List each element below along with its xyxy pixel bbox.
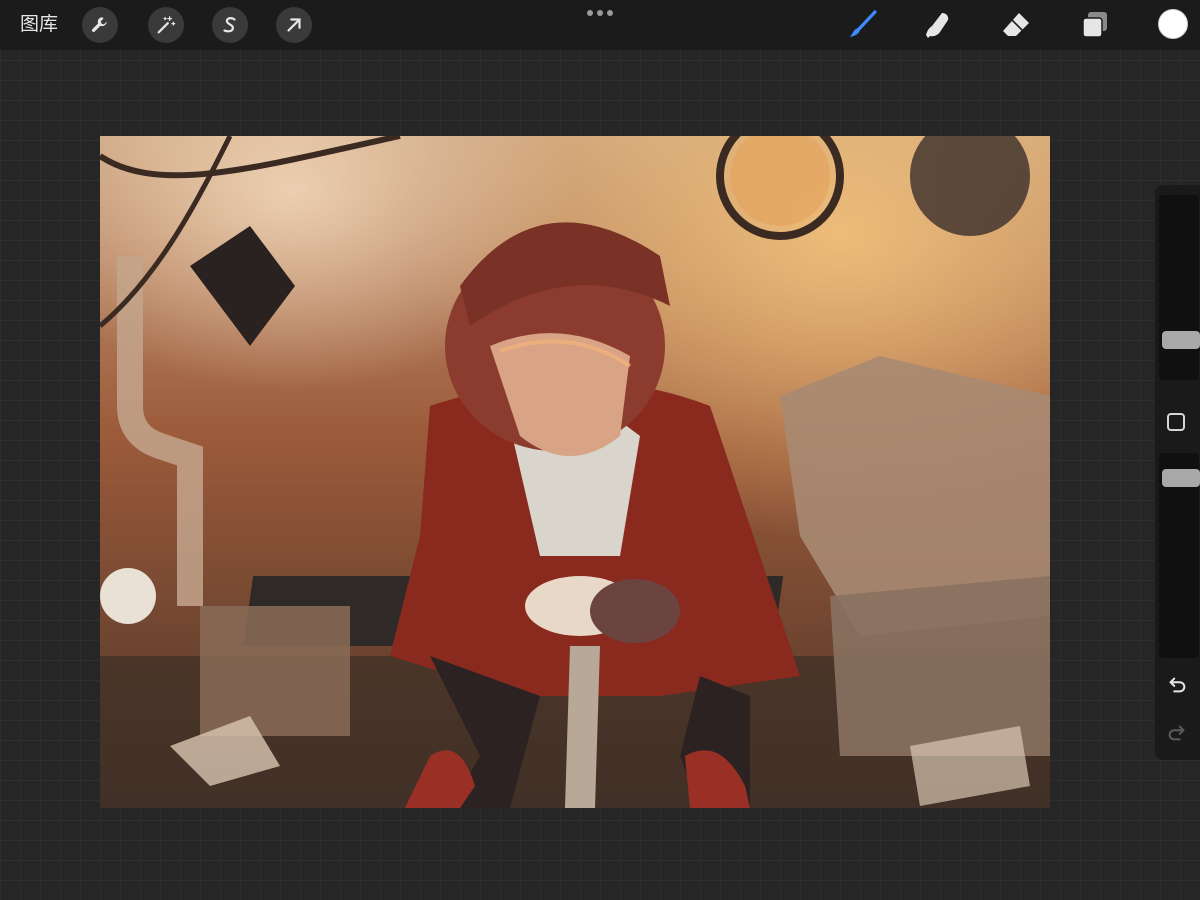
gallery-button[interactable]: 图库 xyxy=(20,13,58,37)
brush-tool-button[interactable] xyxy=(846,9,878,41)
eraser-icon xyxy=(1003,13,1029,36)
selection-s-icon xyxy=(223,17,236,33)
color-picker-button[interactable] xyxy=(1158,9,1188,39)
wrench-icon xyxy=(91,17,107,32)
more-options-dots[interactable] xyxy=(587,8,613,18)
layers-icon xyxy=(1082,12,1107,38)
brush-size-slider-thumb[interactable] xyxy=(1162,331,1200,349)
modify-square-icon[interactable] xyxy=(1167,413,1185,431)
undo-icon xyxy=(1169,677,1186,693)
layers-button[interactable] xyxy=(1079,9,1111,41)
magic-wand-icon xyxy=(157,16,176,34)
opacity-slider[interactable] xyxy=(1159,453,1200,658)
top-toolbar: 图库 xyxy=(0,0,1200,50)
redo-icon xyxy=(1168,725,1185,741)
artwork-illustration xyxy=(100,136,1050,808)
drawing-canvas[interactable] xyxy=(100,136,1050,808)
transform-button[interactable] xyxy=(276,7,312,43)
brush-icon xyxy=(850,10,877,37)
redo-button[interactable] xyxy=(1164,720,1190,746)
arrow-cursor-icon xyxy=(287,18,301,32)
side-toolbar xyxy=(1155,185,1200,760)
selection-button[interactable] xyxy=(212,7,248,43)
brush-size-slider[interactable] xyxy=(1159,195,1200,380)
smudge-icon xyxy=(926,13,949,38)
actions-button[interactable] xyxy=(82,7,118,43)
adjustments-button[interactable] xyxy=(148,7,184,43)
eraser-tool-button[interactable] xyxy=(1000,9,1032,41)
undo-button[interactable] xyxy=(1164,672,1190,698)
opacity-slider-thumb[interactable] xyxy=(1162,469,1200,487)
smudge-tool-button[interactable] xyxy=(922,9,954,41)
